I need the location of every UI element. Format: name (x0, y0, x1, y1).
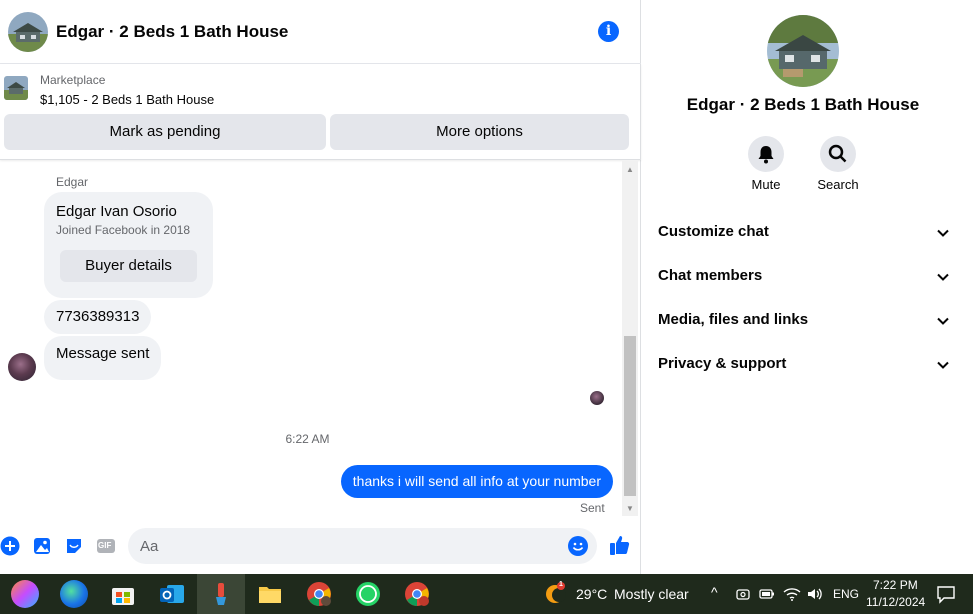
buyer-joined: Joined Facebook in 2018 (56, 223, 191, 237)
file-explorer-icon[interactable] (256, 580, 284, 608)
side-title: Edgar · 2 Beds 1 Bath House (686, 95, 920, 114)
listing-bar: Marketplace $1,105 - 2 Beds 1 Bath House… (0, 64, 641, 160)
section-customize-chat[interactable]: Customize chat (658, 223, 950, 247)
mute-label: Mute (751, 177, 781, 192)
message-bubble[interactable]: 7736389313 (44, 300, 152, 334)
weather-icon[interactable]: 1 (543, 581, 567, 606)
composer: GIF Aa (0, 522, 641, 570)
scroll-thumb[interactable] (624, 336, 636, 496)
section-chat-members[interactable]: Chat members (658, 267, 950, 291)
outlook-icon[interactable] (158, 580, 186, 608)
gif-label: GIF (98, 541, 112, 550)
add-plus-icon[interactable] (0, 536, 20, 556)
listing-title[interactable]: $1,105 - 2 Beds 1 Bath House (40, 92, 214, 107)
volume-icon[interactable] (806, 586, 824, 602)
battery-icon[interactable] (759, 586, 775, 602)
gif-icon[interactable]: GIF (96, 536, 116, 556)
chat-title[interactable]: Edgar · 2 Beds 1 Bath House (56, 22, 288, 42)
section-privacy-support[interactable]: Privacy & support (658, 355, 950, 379)
wifi-icon[interactable] (783, 586, 801, 602)
copilot-icon[interactable] (11, 580, 39, 608)
store-icon[interactable] (109, 580, 137, 608)
side-listing-avatar[interactable] (767, 15, 839, 87)
like-thumb-icon[interactable] (609, 534, 631, 556)
chevron-down-icon (937, 273, 949, 281)
chrome-profile-icon[interactable] (305, 580, 333, 608)
camera-tray-icon[interactable] (735, 586, 751, 602)
language-indicator[interactable]: ENG (833, 587, 859, 601)
chat-pane: Edgar · 2 Beds 1 Bath House i Marketplac… (0, 0, 641, 574)
weather-desc[interactable]: Mostly clear (614, 586, 689, 602)
bell-icon (748, 136, 784, 172)
clock-date[interactable]: 11/12/2024 (866, 595, 925, 609)
listing-thumbnail[interactable] (4, 76, 28, 100)
message-input-placeholder: Aa (140, 538, 159, 555)
mute-button[interactable]: Mute (736, 136, 796, 192)
scrollbar[interactable]: ▲ ▼ (622, 161, 638, 516)
sender-avatar[interactable] (8, 353, 36, 381)
clock-time[interactable]: 7:22 PM (873, 578, 918, 592)
weather-temp[interactable]: 29°C (576, 586, 607, 602)
sender-name: Edgar (56, 175, 89, 189)
section-label: Customize chat (658, 223, 769, 240)
message-input[interactable]: Aa (128, 528, 597, 564)
chevron-up-icon[interactable]: ^ (711, 584, 718, 600)
weather-badge: 1 (559, 581, 563, 588)
seen-indicator-avatar (590, 391, 604, 405)
buyer-name: Edgar Ivan Osorio (56, 203, 177, 220)
paint-brush-app-icon[interactable] (207, 580, 235, 608)
search-icon (820, 136, 856, 172)
section-label: Chat members (658, 267, 763, 284)
section-label: Media, files and links (658, 311, 809, 328)
more-options-button[interactable]: More options (330, 114, 629, 150)
section-media-files-links[interactable]: Media, files and links (658, 311, 950, 335)
sent-status: Sent (580, 501, 605, 515)
buyer-card: Edgar Ivan Osorio Joined Facebook in 201… (44, 192, 213, 298)
sticker-icon[interactable] (64, 536, 84, 556)
photo-icon[interactable] (32, 536, 52, 556)
messenger-window: Edgar · 2 Beds 1 Bath House i Marketplac… (0, 0, 973, 574)
chat-info-pane: Edgar · 2 Beds 1 Bath House Mute Search … (642, 0, 973, 574)
scroll-up-arrow-icon[interactable]: ▲ (625, 165, 635, 174)
whatsapp-icon[interactable] (354, 580, 382, 608)
message-list: Edgar Edgar Ivan Osorio Joined Facebook … (0, 161, 641, 516)
chrome-profile-2-icon[interactable] (403, 580, 431, 608)
edge-browser-icon[interactable] (60, 580, 88, 608)
chat-header: Edgar · 2 Beds 1 Bath House i (0, 0, 641, 64)
search-label: Search (817, 177, 859, 192)
chevron-down-icon (937, 361, 949, 369)
chevron-down-icon (937, 317, 949, 325)
taskbar: 1 29°C Mostly clear ^ ENG 7:22 PM 11/12/… (0, 574, 973, 614)
buyer-details-button[interactable]: Buyer details (60, 250, 197, 282)
search-button[interactable]: Search (808, 136, 868, 192)
section-label: Privacy & support (658, 355, 787, 372)
message-timestamp: 6:22 AM (285, 432, 330, 446)
info-icon[interactable]: i (598, 21, 619, 42)
outgoing-message-bubble[interactable]: thanks i will send all info at your numb… (340, 465, 613, 498)
emoji-icon[interactable] (568, 536, 588, 556)
mark-pending-button[interactable]: Mark as pending (4, 114, 326, 150)
scroll-down-arrow-icon[interactable]: ▼ (625, 504, 635, 513)
marketplace-label: Marketplace (40, 73, 106, 87)
listing-avatar[interactable] (8, 12, 48, 52)
message-bubble[interactable]: Message sent (44, 336, 162, 380)
chevron-down-icon (937, 229, 949, 237)
notification-icon[interactable] (936, 584, 956, 604)
